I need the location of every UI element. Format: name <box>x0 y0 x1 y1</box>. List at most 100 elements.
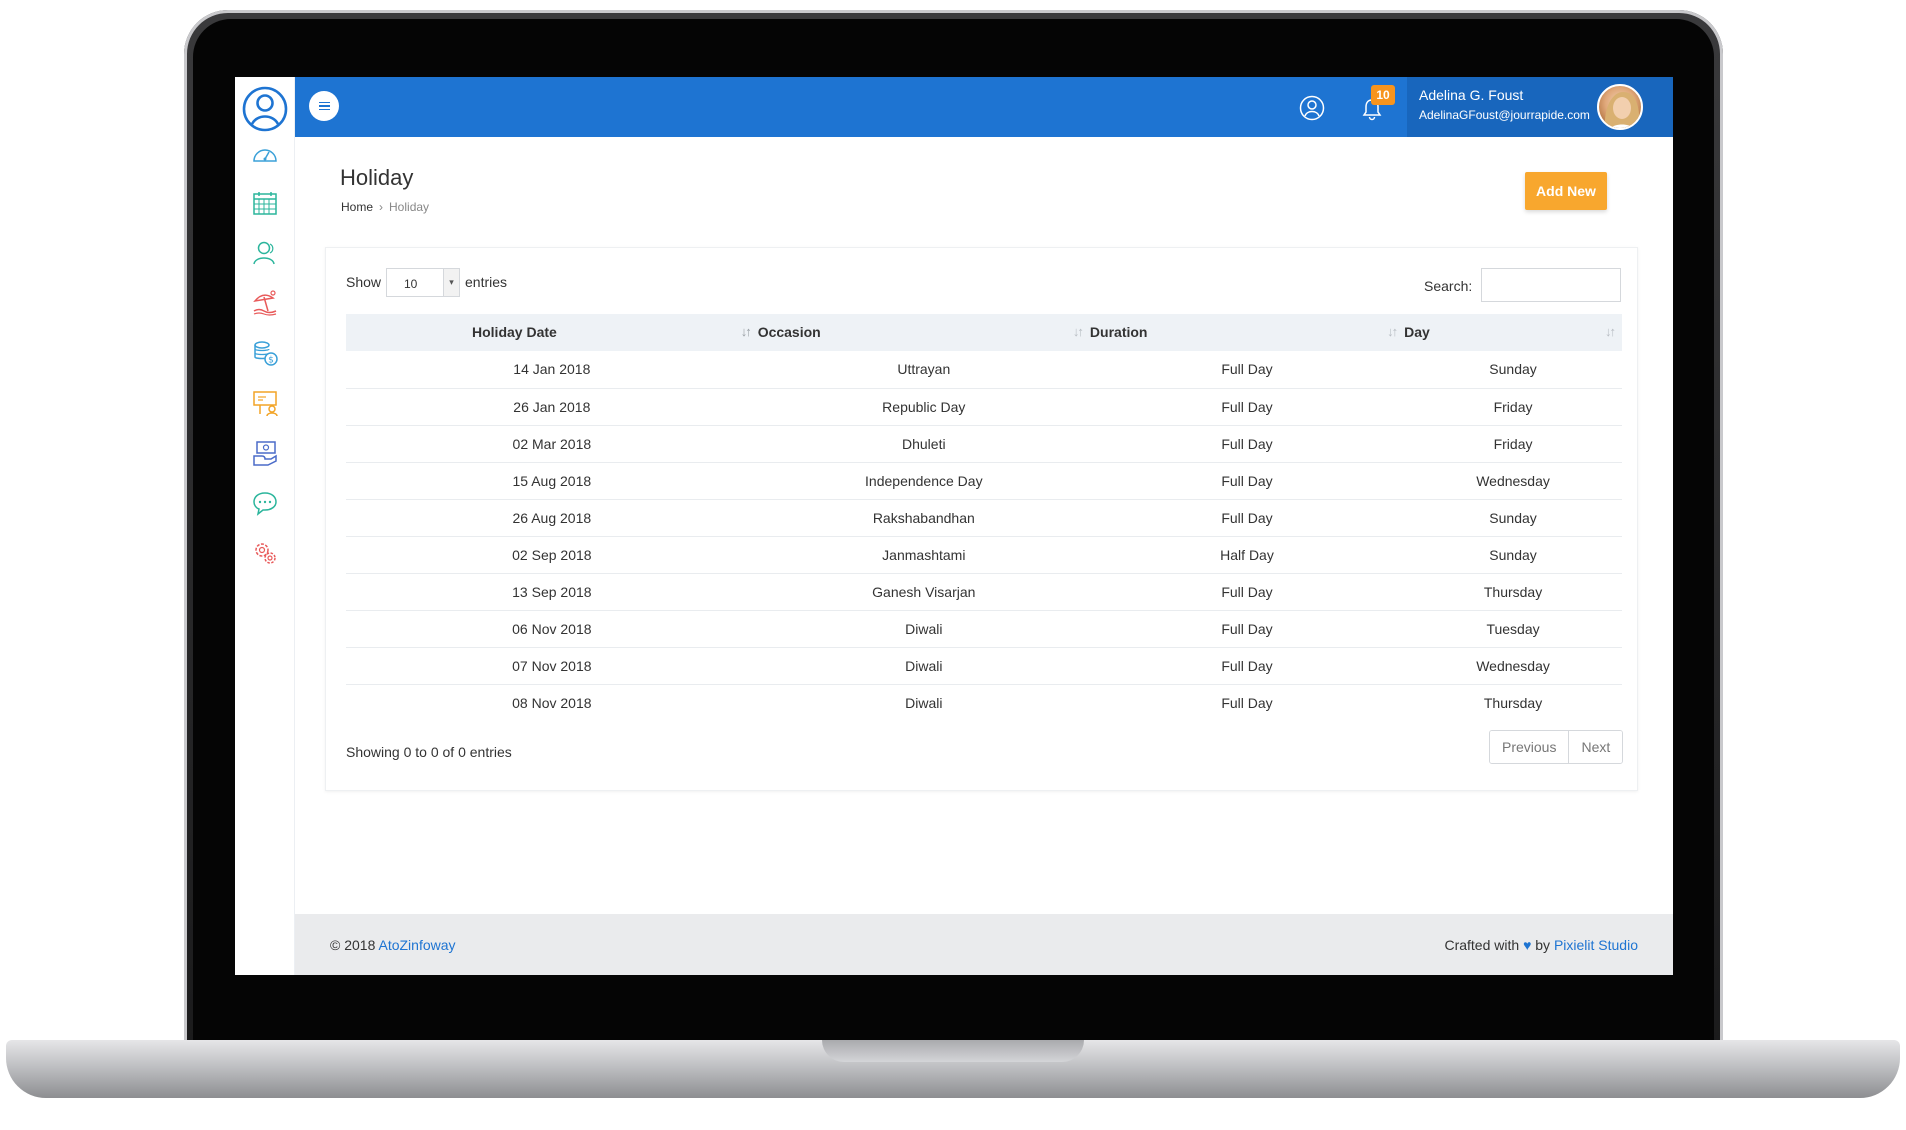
sidebar: $ <box>235 77 295 975</box>
cell-occasion: Diwali <box>757 647 1090 685</box>
column-header-label: Occasion <box>757 324 821 340</box>
sort-icon: ↓↑ <box>1605 324 1616 339</box>
footer-credits: Crafted with ♥ by Pixielit Studio <box>1444 937 1638 953</box>
svg-text:$: $ <box>268 356 274 366</box>
table-row: 26 Jan 2018 Republic Day Full Day Friday <box>346 388 1622 426</box>
search-input[interactable] <box>1481 268 1621 302</box>
cell-occasion: Republic Day <box>757 388 1090 426</box>
cell-holiday-date: 02 Sep 2018 <box>346 536 758 574</box>
add-new-button[interactable]: Add New <box>1525 172 1607 210</box>
cell-occasion: Dhuleti <box>757 425 1090 463</box>
cell-occasion: Diwali <box>757 610 1090 648</box>
footer: © 2018 AtoZinfoway Crafted with ♥ by Pix… <box>295 914 1673 975</box>
app-screen: $ 10 Adelina G. Foust AdelinaGFoust@jour… <box>235 77 1673 975</box>
menu-toggle-button[interactable] <box>309 91 339 121</box>
cell-occasion: Ganesh Visarjan <box>757 573 1090 611</box>
cell-duration: Full Day <box>1089 462 1405 500</box>
cell-duration: Full Day <box>1089 573 1405 611</box>
cell-occasion: Rakshabandhan <box>757 499 1090 537</box>
laptop-notch <box>822 1040 1084 1062</box>
cell-duration: Half Day <box>1089 536 1405 574</box>
cell-occasion: Janmashtami <box>757 536 1090 574</box>
cell-day: Thursday <box>1404 573 1622 611</box>
page-title: Holiday <box>340 165 414 190</box>
column-header-duration[interactable]: Duration ↓↑ <box>1089 314 1405 351</box>
cell-holiday-date: 08 Nov 2018 <box>512 694 592 711</box>
dashboard-gauge-icon[interactable] <box>247 137 283 173</box>
cell-duration: Full Day <box>1089 647 1405 685</box>
show-label: Show <box>346 274 382 290</box>
table-row: 02 Mar 2018 Dhuleti Full Day Friday <box>346 425 1622 463</box>
hamburger-icon <box>318 100 330 113</box>
table-row: 07 Nov 2018 Diwali Full Day Wednesday <box>346 647 1622 685</box>
money-coins-icon[interactable]: $ <box>247 335 283 371</box>
column-header-label: Duration <box>1089 324 1148 340</box>
user-name: Adelina G. Foust <box>1419 87 1524 103</box>
cell-day: Sunday <box>1404 499 1622 537</box>
breadcrumb-current: Holiday <box>389 200 430 214</box>
table-row: 14 Jan 2018 Uttrayan Full Day Sunday <box>346 351 1622 389</box>
cell-day: Tuesday <box>1404 610 1622 648</box>
entries-per-page-select[interactable]: 10 ▾ <box>386 268 460 297</box>
cell-duration: Full Day <box>1089 351 1405 389</box>
column-header-holiday-date[interactable]: Holiday Date ↓↑ <box>346 314 758 351</box>
cell-day: Thursday <box>1483 694 1543 711</box>
top-bar: 10 Adelina G. Foust AdelinaGFoust@jourra… <box>295 77 1673 137</box>
user-menu[interactable]: Adelina G. Foust AdelinaGFoust@jourrapid… <box>1407 77 1673 137</box>
breadcrumb-home-link[interactable]: Home <box>341 200 373 214</box>
sort-ascending-icon: ↓↑ <box>740 324 752 339</box>
user-profile-icon[interactable] <box>1299 95 1325 121</box>
cell-holiday-date: 26 Jan 2018 <box>346 388 758 426</box>
entries-label: entries <box>465 274 508 290</box>
cell-holiday-date: 02 Mar 2018 <box>346 425 758 463</box>
column-header-day[interactable]: Day ↓↑ <box>1404 314 1622 351</box>
entries-per-page-value: 10 <box>404 277 418 291</box>
table-row: 13 Sep 2018 Ganesh Visarjan Full Day Thursd… <box>346 573 1622 611</box>
heart-icon: ♥ <box>1523 937 1532 953</box>
search-label: Search: <box>1424 278 1473 294</box>
column-header-occasion[interactable]: Occasion ↓↑ <box>757 314 1090 351</box>
chat-bubble-icon[interactable] <box>247 485 283 521</box>
cell-duration: Full Day <box>1089 425 1405 463</box>
cell-duration: Full Day <box>1221 694 1273 711</box>
cell-holiday-date: 15 Aug 2018 <box>346 462 758 500</box>
presentation-icon[interactable] <box>247 385 283 421</box>
crafted-by-text: by <box>1535 937 1551 953</box>
table-row: 02 Sep 2018 Janmashtami Half Day Sunday <box>346 536 1622 574</box>
column-header-label: Holiday Date <box>472 324 557 340</box>
table-info-text: Showing 0 to 0 of 0 entries <box>346 744 512 760</box>
cell-holiday-date: 26 Aug 2018 <box>346 499 758 537</box>
studio-link[interactable]: Pixielit Studio <box>1554 937 1638 953</box>
holiday-beach-icon[interactable] <box>247 285 283 321</box>
company-link[interactable]: AtoZinfoway <box>378 937 455 953</box>
cell-day: Friday <box>1404 425 1622 463</box>
users-icon[interactable] <box>247 235 283 271</box>
column-header-label: Day <box>1404 324 1430 340</box>
cell-holiday-date: 06 Nov 2018 <box>346 610 758 648</box>
cell-day: Sunday <box>1404 536 1622 574</box>
previous-page-button[interactable]: Previous <box>1490 731 1569 763</box>
holiday-table: Holiday Date ↓↑ Occasion ↓↑ Duration ↓↑ … <box>346 314 1622 721</box>
sort-icon: ↓↑ <box>1072 324 1084 339</box>
holiday-table-card: Show 10 ▾ entries Search: Holiday Date ↓… <box>325 247 1638 791</box>
table-row: 26 Aug 2018 Rakshabandhan Full Day Sunday <box>346 499 1622 537</box>
calendar-icon[interactable] <box>247 185 283 221</box>
avatar[interactable] <box>1597 84 1643 130</box>
next-page-button[interactable]: Next <box>1568 731 1623 763</box>
payment-hand-icon[interactable] <box>247 435 283 471</box>
user-email: AdelinaGFoust@jourrapide.com <box>1419 108 1590 122</box>
cell-duration: Full Day <box>1089 388 1405 426</box>
cell-occasion: Uttrayan <box>757 351 1090 389</box>
settings-gears-icon[interactable] <box>247 535 283 571</box>
pagination: Previous Next <box>1489 730 1624 764</box>
crafted-with-text: Crafted with <box>1444 937 1520 953</box>
chevron-right-icon: › <box>379 200 384 214</box>
cell-holiday-date: 13 Sep 2018 <box>346 573 758 611</box>
cell-duration: Full Day <box>1089 610 1405 648</box>
cell-holiday-date: 14 Jan 2018 <box>346 351 758 389</box>
app-logo[interactable] <box>239 77 291 137</box>
sort-icon: ↓↑ <box>1387 324 1398 339</box>
breadcrumb: Home › Holiday <box>341 200 429 214</box>
chevron-down-icon: ▾ <box>443 269 459 296</box>
cell-day: Friday <box>1404 388 1622 426</box>
